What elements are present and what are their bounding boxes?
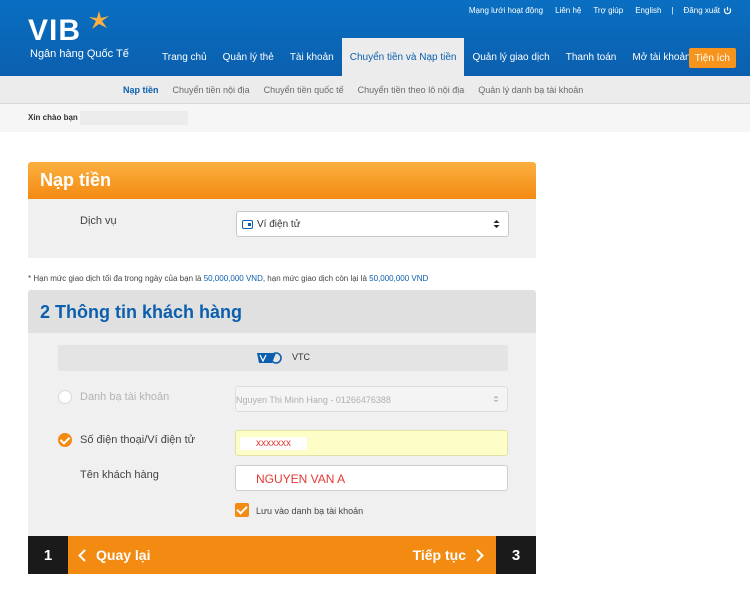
panel-title: Nạp tiền [40, 170, 112, 190]
subnav-domestic-transfer[interactable]: Chuyển tiền nội địa [166, 85, 257, 95]
subnav-international-transfer[interactable]: Chuyển tiền quốc tế [257, 85, 351, 95]
continue-button[interactable]: Tiếp tục [413, 536, 484, 574]
toplink-help[interactable]: Trợ giúp [587, 6, 629, 15]
logo-star-icon [89, 11, 109, 29]
limit-note: * Hạn mức giao dịch tối đa trong ngày củ… [28, 274, 428, 283]
continue-label: Tiếp tục [412, 547, 466, 563]
customer-name-value: NGUYEN VAN A [256, 472, 346, 486]
chevron-left-icon [78, 548, 86, 562]
step-current: 1 [28, 536, 68, 574]
toplink-english[interactable]: English [629, 6, 667, 15]
nav-cards[interactable]: Quản lý thẻ [215, 38, 282, 76]
contacts-select-value: Nguyen Thi Minh Hang - 01266476388 [236, 395, 391, 405]
topup-panel-header: Nạp tiền [28, 162, 536, 199]
subnav-contacts[interactable]: Quản lý danh bạ tài khoản [471, 85, 590, 95]
limit-note-prefix: * Hạn mức giao dịch tối đa trong ngày củ… [28, 274, 204, 283]
nav-open-account[interactable]: Mở tài khoản [624, 38, 698, 76]
back-label: Quay lại [96, 547, 151, 563]
contacts-updown-icon [493, 395, 499, 403]
customer-info-title: 2 Thông tin khách hàng [40, 302, 242, 322]
user-name-redacted [80, 111, 188, 125]
back-button[interactable]: Quay lại [78, 536, 150, 574]
topup-panel-body: Dịch vụ Ví điện tử [28, 199, 536, 258]
logout-label: Đăng xuất [683, 6, 720, 15]
vtc-logo-icon [257, 352, 282, 364]
select-updown-icon [493, 220, 500, 228]
logout-link[interactable]: Đăng xuất [678, 6, 738, 15]
chevron-right-icon [476, 548, 484, 562]
wallet-icon [242, 220, 253, 229]
subnav-topup[interactable]: Nạp tiền [116, 85, 166, 95]
service-select-value: Ví điện tử [257, 219, 301, 230]
contacts-radio[interactable] [58, 390, 72, 404]
nav-transactions[interactable]: Quản lý giao dịch [464, 38, 557, 76]
step-bar: 1 Quay lại Tiếp tục 3 [28, 536, 536, 574]
service-label: Dịch vụ [80, 215, 117, 227]
customer-name-input[interactable]: NGUYEN VAN A [235, 465, 508, 491]
phone-input-value: xxxxxxx [240, 437, 307, 450]
utilities-button[interactable]: Tiện ích [688, 48, 736, 68]
logo-text: VIB [28, 14, 82, 47]
page: VIB Ngân hàng Quốc Tế Mạng lưới hoạt độn… [0, 0, 750, 596]
customer-info-header: 2 Thông tin khách hàng [28, 290, 536, 333]
header: VIB Ngân hàng Quốc Tế Mạng lưới hoạt độn… [0, 0, 750, 76]
limit-remaining-amount: 50,000,000 VND [369, 274, 429, 283]
step-actions: Quay lại Tiếp tục [68, 536, 496, 574]
step-next: 3 [496, 536, 536, 574]
nav-home[interactable]: Trang chủ [154, 38, 215, 76]
nav-transfer-topup[interactable]: Chuyển tiền và Nạp tiền [341, 38, 465, 76]
sub-nav: Nạp tiền Chuyển tiền nội địa Chuyển tiền… [0, 76, 750, 104]
phone-label: Số điện thoại/Ví điện tử [80, 434, 195, 446]
contacts-select[interactable]: Nguyen Thi Minh Hang - 01266476388 [235, 386, 508, 412]
vib-logo[interactable]: VIB Ngân hàng Quốc Tế [28, 10, 158, 62]
toplink-contact[interactable]: Liên hệ [549, 6, 587, 15]
subnav-batch-transfer[interactable]: Chuyển tiền theo lô nội địa [351, 85, 472, 95]
phone-radio[interactable] [58, 433, 72, 447]
toplink-network[interactable]: Mạng lưới hoạt động [463, 6, 549, 15]
greeting-text: Xin chào bạn [28, 113, 78, 122]
contacts-label: Danh bạ tài khoản [80, 391, 170, 403]
logout-icon [723, 6, 732, 15]
toplink-divider: | [671, 6, 674, 15]
main-nav: Trang chủ Quản lý thẻ Tài khoản Chuyển t… [154, 38, 699, 76]
greeting-bar: Xin chào bạn [0, 104, 750, 132]
logo-tagline: Ngân hàng Quốc Tế [30, 48, 129, 60]
save-contact-label: Lưu vào danh bạ tài khoản [256, 506, 364, 516]
customer-name-label: Tên khách hàng [80, 469, 159, 481]
provider-strip: VTC [58, 345, 508, 371]
nav-accounts[interactable]: Tài khoản [282, 38, 342, 76]
limit-max-amount: 50,000,000 VND [203, 274, 263, 283]
service-select[interactable]: Ví điện tử [236, 211, 509, 237]
nav-payment[interactable]: Thanh toán [558, 38, 625, 76]
top-links: Mạng lưới hoạt động Liên hệ Trợ giúp Eng… [463, 6, 738, 15]
limit-note-middle: , hạn mức giao dịch còn lại là [262, 274, 370, 283]
save-contact-checkbox[interactable] [235, 503, 249, 517]
provider-name: VTC [292, 352, 310, 362]
phone-input[interactable]: xxxxxxx [235, 430, 508, 456]
